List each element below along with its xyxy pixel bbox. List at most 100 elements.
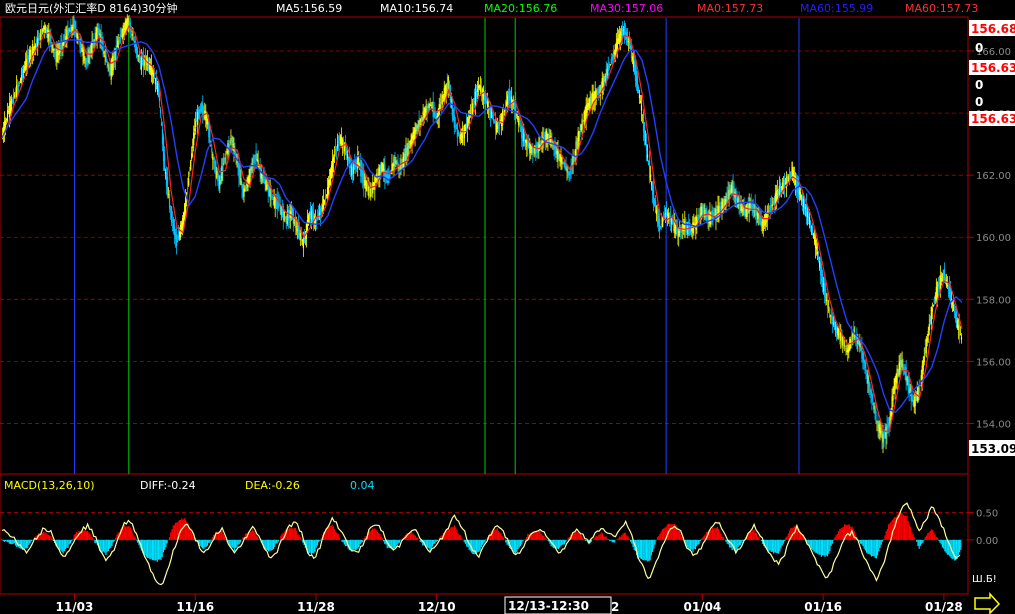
candle-body — [492, 118, 495, 121]
candle-body — [609, 64, 611, 66]
chart-svg: 154.00156.00158.00160.00162.00164.00166.… — [0, 1, 1015, 614]
candle-body — [229, 141, 231, 144]
candle-body — [189, 172, 191, 175]
candle-body — [190, 160, 192, 170]
candle-body — [762, 217, 764, 231]
candle-body — [491, 115, 494, 119]
candle-body — [176, 240, 179, 242]
candle-body — [456, 122, 458, 138]
candle-body — [166, 176, 169, 196]
ma-label-1: MA10:156.74 — [380, 2, 453, 15]
ma-label-6: MA60:157.73 — [905, 2, 978, 15]
price-tick-label: 162.00 — [976, 171, 1011, 182]
candle-body — [374, 175, 376, 190]
candle-body — [53, 48, 55, 51]
candle-body — [333, 154, 336, 156]
candle-body — [806, 212, 809, 217]
candle-body — [103, 51, 105, 54]
candle-body — [335, 148, 338, 150]
candle-body — [338, 141, 340, 144]
candle-body — [187, 188, 189, 190]
candle-body — [844, 345, 846, 347]
ma-label-2: MA20:156.76 — [484, 2, 557, 15]
candle-body — [675, 225, 677, 235]
candle-body — [430, 104, 432, 106]
svg-text:156.68: 156.68 — [971, 22, 1015, 36]
candle-body — [926, 337, 928, 342]
price-zero-b: 0 — [975, 78, 983, 92]
candle-body — [873, 405, 875, 410]
candle-body — [650, 182, 653, 186]
ma-label-3: MA30:157.06 — [590, 2, 663, 15]
macd-title: MACD(13,26,10) — [4, 479, 95, 492]
candle-body — [518, 118, 520, 126]
candle-body — [638, 94, 641, 99]
candle-body — [131, 33, 133, 36]
candle-body — [809, 220, 812, 226]
candle-body — [953, 310, 956, 313]
candle-body — [889, 416, 891, 424]
candle-body — [850, 340, 852, 343]
candle-body — [255, 150, 257, 160]
candle-body — [887, 426, 889, 429]
candle-body — [939, 275, 941, 290]
candle-body — [933, 298, 935, 303]
price-tick-label: 154.00 — [976, 419, 1011, 430]
candle-body — [882, 434, 884, 443]
ma-label-5: MA60:155.99 — [800, 2, 873, 15]
candle-body — [175, 234, 178, 247]
x-tick-label: 11/03 — [56, 600, 94, 614]
candle-body — [959, 334, 962, 336]
candle-body — [608, 64, 610, 69]
candle-body — [931, 307, 933, 312]
candle-body — [639, 100, 642, 104]
candle-body — [845, 348, 847, 350]
candle-body — [468, 116, 471, 120]
ma-fast-line — [1, 25, 963, 432]
candle-body — [389, 173, 391, 178]
svg-text:12/13-12:30: 12/13-12:30 — [508, 599, 589, 613]
candle-body — [865, 368, 867, 372]
candle-body — [228, 144, 230, 147]
scroll-right-arrow-icon[interactable] — [974, 592, 1001, 614]
candle-body — [643, 122, 646, 139]
macd-histogram — [1, 512, 962, 562]
candle-body — [12, 93, 15, 104]
candle-body — [646, 154, 649, 158]
candle-body — [946, 284, 949, 287]
candle-body — [232, 143, 234, 145]
candle-body — [278, 205, 280, 207]
candle-body — [496, 126, 499, 129]
candle-body — [158, 95, 161, 102]
candles — [1, 14, 963, 454]
candle-body — [928, 324, 930, 331]
candle-body — [106, 60, 108, 64]
candle-body — [224, 157, 226, 160]
candle-body — [62, 42, 64, 46]
candle-body — [346, 150, 348, 154]
candle-body — [274, 196, 276, 208]
candle-body — [706, 215, 708, 218]
candle-body — [645, 143, 648, 151]
candle-body — [827, 300, 829, 309]
price-zero-a: 0 — [975, 41, 983, 55]
candle-body — [872, 402, 874, 404]
candle-body — [923, 355, 925, 363]
candle-body — [56, 50, 58, 63]
candle-body — [188, 178, 190, 186]
candle-body — [336, 143, 339, 148]
candle-body — [919, 385, 921, 387]
ma-label-4: MA0:157.73 — [697, 2, 763, 15]
candle-body — [815, 246, 818, 250]
candle-body — [347, 154, 349, 159]
candle-body — [18, 85, 20, 87]
candle-body — [927, 330, 929, 337]
macd-grid — [0, 512, 968, 541]
candle-body — [195, 121, 197, 127]
candle-body — [42, 28, 44, 32]
candle-body — [472, 104, 475, 106]
partial-tick: 2 — [611, 600, 619, 614]
macd-diff-value: DIFF:-0.24 — [140, 479, 196, 492]
candle-body — [105, 55, 107, 62]
candle-body — [755, 207, 757, 216]
